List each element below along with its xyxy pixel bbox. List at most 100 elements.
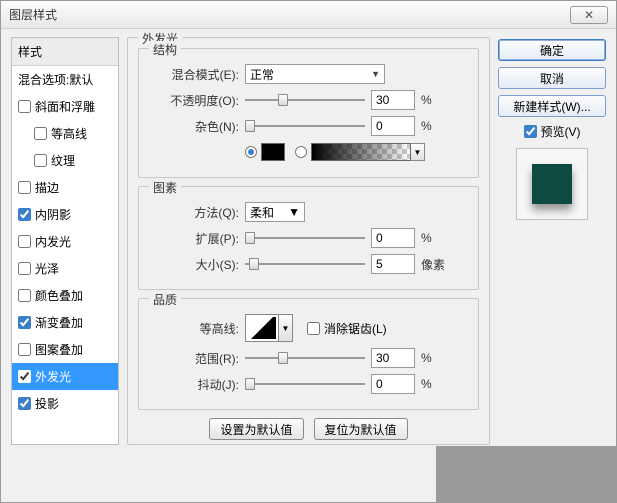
sidebar-item-label: 投影 <box>35 395 59 412</box>
sidebar-item-inner-shadow[interactable]: 内阴影 <box>12 201 118 228</box>
sidebar-item-label: 斜面和浮雕 <box>35 98 95 115</box>
new-style-button[interactable]: 新建样式(W)... <box>498 95 606 117</box>
main-panel: 外发光 结构 混合模式(E): 正常▼ 不透明度(O): % <box>119 29 498 502</box>
sidebar-item-pattern-overlay[interactable]: 图案叠加 <box>12 336 118 363</box>
sidebar-checkbox[interactable] <box>18 316 31 329</box>
sidebar-item-satin[interactable]: 光泽 <box>12 255 118 282</box>
sidebar-checkbox[interactable] <box>34 154 47 167</box>
spread-slider[interactable] <box>245 229 365 247</box>
cancel-button[interactable]: 取消 <box>498 67 606 89</box>
preview-swatch <box>532 164 572 204</box>
contour-label: 等高线: <box>149 320 245 337</box>
jitter-input[interactable] <box>371 374 415 394</box>
color-radio[interactable] <box>245 146 257 158</box>
sidebar-item-outer-glow[interactable]: 外发光 <box>12 363 118 390</box>
sidebar-checkbox[interactable] <box>18 235 31 248</box>
chevron-down-icon: ▼ <box>288 205 300 219</box>
blend-mode-select[interactable]: 正常 ▼ <box>245 64 385 84</box>
close-icon: ✕ <box>584 8 594 22</box>
noise-unit: % <box>421 119 432 133</box>
contour-dropdown[interactable]: ▼ <box>279 314 293 342</box>
noise-slider[interactable] <box>245 117 365 135</box>
sidebar-item-label: 等高线 <box>51 125 87 142</box>
sidebar-header: 样式 <box>12 38 118 66</box>
chevron-down-icon: ▼ <box>371 69 380 79</box>
select-value: 正常 <box>250 66 274 83</box>
sidebar-checkbox[interactable] <box>18 397 31 410</box>
opacity-input[interactable] <box>371 90 415 110</box>
spread-unit: % <box>421 231 432 245</box>
sidebar-item-stroke[interactable]: 描边 <box>12 174 118 201</box>
structure-legend: 结构 <box>149 41 181 58</box>
structure-group: 结构 混合模式(E): 正常▼ 不透明度(O): % 杂色(N): <box>138 48 479 178</box>
size-label: 大小(S): <box>149 256 245 273</box>
sidebar-item-drop-shadow[interactable]: 投影 <box>12 390 118 417</box>
sidebar-item-color-overlay[interactable]: 颜色叠加 <box>12 282 118 309</box>
sidebar-item-label: 纹理 <box>51 152 75 169</box>
sidebar-blending-options[interactable]: 混合选项:默认 <box>12 66 118 93</box>
sidebar-item-contour[interactable]: 等高线 <box>12 120 118 147</box>
jitter-label: 抖动(J): <box>149 376 245 393</box>
right-column: 确定 取消 新建样式(W)... 预览(V) <box>498 29 616 502</box>
preview-checkbox[interactable] <box>524 125 537 138</box>
styles-sidebar: 样式 混合选项:默认 斜面和浮雕 等高线 纹理 描边 内阴影 内发光 光泽 颜色… <box>11 37 119 445</box>
color-swatch[interactable] <box>261 143 285 161</box>
sidebar-checkbox[interactable] <box>18 100 31 113</box>
sidebar-checkbox[interactable] <box>18 262 31 275</box>
gradient-dropdown[interactable]: ▼ <box>411 143 425 161</box>
sidebar-checkbox[interactable] <box>18 181 31 194</box>
ok-button[interactable]: 确定 <box>498 39 606 61</box>
sidebar-checkbox[interactable] <box>18 343 31 356</box>
noise-input[interactable] <box>371 116 415 136</box>
range-label: 范围(R): <box>149 350 245 367</box>
sidebar-item-label: 渐变叠加 <box>35 314 83 331</box>
elements-legend: 图素 <box>149 179 181 196</box>
spread-label: 扩展(P): <box>149 230 245 247</box>
spread-input[interactable] <box>371 228 415 248</box>
sidebar-item-label: 外发光 <box>35 368 71 385</box>
antialias-checkbox[interactable] <box>307 322 320 335</box>
sidebar-item-label: 颜色叠加 <box>35 287 83 304</box>
sidebar-item-gradient-overlay[interactable]: 渐变叠加 <box>12 309 118 336</box>
opacity-unit: % <box>421 93 432 107</box>
window-title: 图层样式 <box>9 6 570 23</box>
sidebar-item-label: 图案叠加 <box>35 341 83 358</box>
technique-select[interactable]: 柔和 ▼ <box>245 202 305 222</box>
sidebar-item-bevel[interactable]: 斜面和浮雕 <box>12 93 118 120</box>
size-input[interactable] <box>371 254 415 274</box>
preview-label: 预览(V) <box>541 123 581 140</box>
gradient-swatch[interactable] <box>311 143 411 161</box>
sidebar-checkbox[interactable] <box>18 289 31 302</box>
size-unit: 像素 <box>421 256 445 273</box>
range-unit: % <box>421 351 432 365</box>
opacity-slider[interactable] <box>245 91 365 109</box>
technique-label: 方法(Q): <box>149 204 245 221</box>
noise-label: 杂色(N): <box>149 118 245 135</box>
blend-mode-label: 混合模式(E): <box>149 66 245 83</box>
range-input[interactable] <box>371 348 415 368</box>
titlebar: 图层样式 ✕ <box>1 1 616 29</box>
contour-picker[interactable] <box>245 314 279 342</box>
jitter-slider[interactable] <box>245 375 365 393</box>
size-slider[interactable] <box>245 255 365 273</box>
sidebar-checkbox[interactable] <box>18 370 31 383</box>
reset-default-button[interactable]: 复位为默认值 <box>314 418 408 440</box>
sidebar-checkbox[interactable] <box>18 208 31 221</box>
sidebar-checkbox[interactable] <box>34 127 47 140</box>
sidebar-item-label: 光泽 <box>35 260 59 277</box>
antialias-label: 消除锯齿(L) <box>324 320 387 337</box>
gradient-radio[interactable] <box>295 146 307 158</box>
quality-legend: 品质 <box>149 291 181 308</box>
range-slider[interactable] <box>245 349 365 367</box>
select-value: 柔和 <box>250 204 274 221</box>
jitter-unit: % <box>421 377 432 391</box>
quality-group: 品质 等高线: ▼ 消除锯齿(L) 范围(R): <box>138 298 479 410</box>
make-default-button[interactable]: 设置为默认值 <box>209 418 303 440</box>
sidebar-item-inner-glow[interactable]: 内发光 <box>12 228 118 255</box>
preview-box <box>516 148 588 220</box>
outer-glow-group: 外发光 结构 混合模式(E): 正常▼ 不透明度(O): % <box>127 37 490 445</box>
layer-style-dialog: 图层样式 ✕ 样式 混合选项:默认 斜面和浮雕 等高线 纹理 描边 内阴影 内发… <box>0 0 617 503</box>
elements-group: 图素 方法(Q): 柔和▼ 扩展(P): % 大小(S): <box>138 186 479 290</box>
sidebar-item-texture[interactable]: 纹理 <box>12 147 118 174</box>
close-button[interactable]: ✕ <box>570 6 608 24</box>
